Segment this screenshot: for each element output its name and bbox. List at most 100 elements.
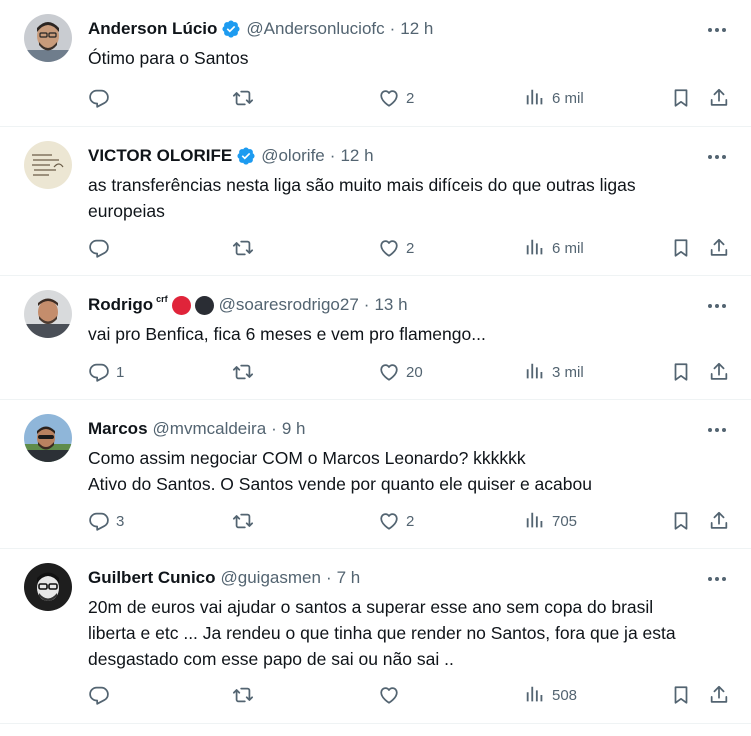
avatar[interactable]	[24, 14, 72, 62]
verified-badge-icon	[236, 146, 256, 166]
more-options-icon[interactable]	[707, 296, 727, 316]
more-options-icon[interactable]	[707, 569, 727, 589]
avatar[interactable]	[24, 563, 72, 611]
timestamp[interactable]: 7 h	[337, 568, 361, 588]
bookmark-button[interactable]	[670, 236, 692, 260]
views-button[interactable]: 6 mil	[524, 236, 584, 260]
more-options-icon[interactable]	[707, 147, 727, 167]
club-badge-red	[171, 295, 191, 315]
like-count: 2	[406, 239, 415, 257]
bookmark-icon	[674, 239, 688, 257]
tweet-text: 20m de euros vai ajudar o santos a super…	[88, 594, 728, 672]
tweet-marcos[interactable]: Marcos @mvmcaldeira · 9 h Como assim neg…	[0, 400, 751, 549]
user-handle[interactable]: @guigasmen	[221, 568, 321, 588]
views-button[interactable]: 6 mil	[524, 86, 584, 110]
share-button[interactable]	[708, 86, 730, 110]
like-icon	[380, 687, 398, 704]
views-icon	[526, 363, 543, 379]
more-options-icon[interactable]	[707, 420, 727, 440]
tweet-header: Guilbert Cunico @guigasmen · 7 h	[88, 566, 360, 590]
separator: ·	[389, 19, 396, 38]
display-name[interactable]: Rodrigo	[88, 295, 153, 315]
share-button[interactable]	[708, 509, 730, 533]
display-name[interactable]: Marcos	[88, 419, 148, 439]
reply-button[interactable]	[88, 236, 116, 260]
club-badge-black	[194, 295, 214, 315]
separator: ·	[329, 146, 336, 165]
retweet-button[interactable]	[232, 509, 260, 533]
reply-feed: Anderson Lúcio @Andersonluciofc · 12 h Ó…	[0, 0, 751, 736]
tweet-text-line: europeias	[88, 201, 165, 221]
bookmark-icon	[674, 512, 688, 530]
timestamp[interactable]: 9 h	[282, 419, 306, 439]
user-handle[interactable]: @Andersonluciofc	[246, 19, 384, 39]
reply-button[interactable]: 3	[88, 509, 124, 533]
reply-icon	[89, 686, 109, 705]
share-button[interactable]	[708, 236, 730, 260]
retweet-button[interactable]	[232, 236, 260, 260]
user-handle[interactable]: @soaresrodrigo27	[219, 295, 359, 315]
reply-button[interactable]: 1	[88, 360, 124, 384]
tweet-text: Ótimo para o Santos	[88, 45, 728, 71]
retweet-icon	[232, 364, 254, 380]
timestamp[interactable]: 12 h	[400, 19, 433, 39]
tweet-anderson-lucio[interactable]: Anderson Lúcio @Andersonluciofc · 12 h Ó…	[0, 0, 751, 127]
tweet-text-line: Como assim negociar COM o Marcos Leonard…	[88, 448, 526, 468]
tweet-header: Rodrigo crf @soaresrodrigo27 · 13 h	[88, 293, 408, 317]
like-button[interactable]: 20	[378, 360, 423, 384]
avatar[interactable]	[24, 414, 72, 462]
views-button[interactable]: 508	[524, 683, 577, 707]
share-button[interactable]	[708, 683, 730, 707]
reply-button[interactable]	[88, 86, 116, 110]
retweet-button[interactable]	[232, 683, 260, 707]
like-count: 2	[406, 512, 415, 530]
reply-button[interactable]	[88, 683, 116, 707]
separator: ·	[271, 419, 277, 438]
display-name[interactable]: Guilbert Cunico	[88, 568, 216, 588]
more-options-icon[interactable]	[707, 20, 727, 40]
tweet-header: VICTOR OLORIFE @olorife · 12 h	[88, 144, 374, 168]
bookmark-button[interactable]	[670, 683, 692, 707]
like-button[interactable]: 2	[378, 86, 414, 110]
reply-icon	[89, 512, 109, 531]
like-icon	[380, 90, 398, 107]
bookmark-icon	[674, 686, 688, 704]
views-count: 705	[552, 512, 578, 530]
like-count: 20	[406, 363, 423, 381]
views-icon	[526, 512, 543, 528]
bookmark-button[interactable]	[670, 360, 692, 384]
retweet-button[interactable]	[232, 360, 260, 384]
views-icon	[526, 89, 543, 105]
avatar[interactable]	[24, 290, 72, 338]
user-handle[interactable]: @mvmcaldeira	[153, 419, 267, 439]
user-handle[interactable]: @olorife	[261, 146, 325, 166]
tweet-text-line: vai pro Benfica, fica 6 meses e vem pro …	[88, 324, 486, 344]
separator: ·	[363, 295, 370, 314]
display-name[interactable]: VICTOR OLORIFE	[88, 146, 232, 166]
retweet-icon	[232, 240, 254, 256]
tweet-guilbert-cunico[interactable]: Guilbert Cunico @guigasmen · 7 h 20m de …	[0, 549, 751, 724]
retweet-button[interactable]	[232, 86, 260, 110]
tweet-rodrigo[interactable]: Rodrigo crf @soaresrodrigo27 · 13 h vai …	[0, 276, 751, 400]
separator: ·	[325, 568, 332, 587]
avatar[interactable]	[24, 141, 72, 189]
views-button[interactable]: 3 mil	[524, 360, 584, 384]
tweet-text-line: Ótimo para o Santos	[88, 48, 249, 68]
display-name[interactable]: Anderson Lúcio	[88, 19, 217, 39]
action-bar: 508	[88, 683, 728, 707]
views-button[interactable]: 705	[524, 509, 577, 533]
reply-icon	[89, 239, 109, 258]
action-bar: 3 2 705	[88, 509, 728, 533]
timestamp[interactable]: 12 h	[340, 146, 373, 166]
share-button[interactable]	[708, 360, 730, 384]
like-button[interactable]	[378, 683, 406, 707]
retweet-icon	[232, 90, 254, 106]
like-button[interactable]: 2	[378, 236, 414, 260]
like-button[interactable]: 2	[378, 509, 414, 533]
views-icon	[526, 239, 543, 255]
tweet-text-line: Ativo do Santos. O Santos vende por quan…	[88, 474, 592, 494]
timestamp[interactable]: 13 h	[374, 295, 407, 315]
bookmark-button[interactable]	[670, 509, 692, 533]
bookmark-button[interactable]	[670, 86, 692, 110]
tweet-victor-olorife[interactable]: VICTOR OLORIFE @olorife · 12 h as transf…	[0, 127, 751, 276]
